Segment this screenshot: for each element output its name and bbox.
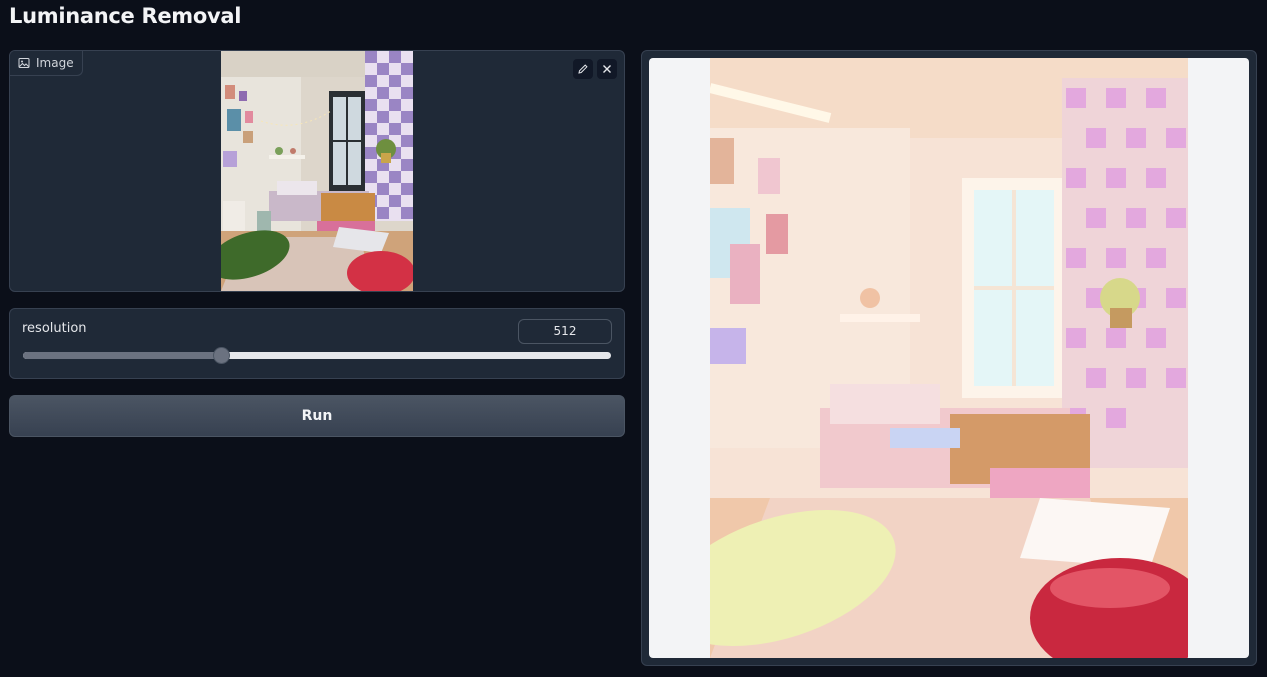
output-image-frame bbox=[649, 58, 1249, 658]
slider-thumb[interactable] bbox=[214, 348, 229, 363]
image-label-tab: Image bbox=[10, 51, 83, 76]
image-icon bbox=[18, 57, 30, 69]
resolution-slider-panel: resolution 512 bbox=[9, 308, 625, 379]
input-image bbox=[221, 51, 413, 291]
resolution-slider-track[interactable] bbox=[23, 348, 611, 363]
slider-fill bbox=[23, 352, 221, 359]
input-image-panel[interactable]: Image bbox=[9, 50, 625, 292]
page-title: Luminance Removal bbox=[9, 4, 242, 28]
image-label-text: Image bbox=[36, 56, 74, 70]
close-icon bbox=[601, 60, 613, 79]
edit-button[interactable] bbox=[573, 59, 593, 79]
output-image bbox=[710, 58, 1188, 658]
slider-label: resolution bbox=[22, 321, 87, 336]
output-image-panel bbox=[641, 50, 1257, 666]
pencil-icon bbox=[577, 60, 589, 79]
resolution-number-input[interactable]: 512 bbox=[518, 319, 612, 344]
clear-button[interactable] bbox=[597, 59, 617, 79]
run-button[interactable]: Run bbox=[9, 395, 625, 437]
